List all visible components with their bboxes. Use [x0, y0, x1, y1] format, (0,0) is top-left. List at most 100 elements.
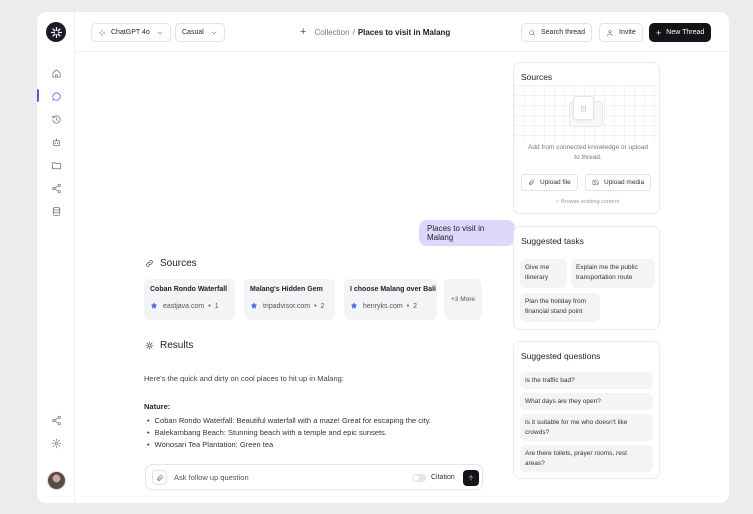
mode-selector[interactable]: Casual: [175, 23, 225, 42]
chat-area: Places to visit in Malang Sources Coban …: [75, 53, 515, 503]
invite-label: Invite: [619, 29, 636, 36]
robot-icon: [52, 137, 60, 146]
sidebar-item-share[interactable]: [47, 179, 65, 197]
attach-button[interactable]: [152, 470, 167, 485]
chevron-down-icon: [211, 31, 217, 34]
task-chip[interactable]: Explain me the public transportation rou…: [571, 259, 655, 288]
source-card[interactable]: Malang's Hidden Gem tripadvisor.com • 2: [244, 279, 335, 320]
sparkle-icon: [98, 29, 106, 36]
source-dot: •: [208, 302, 211, 310]
upload-media-label: Upload media: [604, 179, 645, 186]
search-thread-button[interactable]: Search thread: [521, 23, 592, 42]
history-icon: [51, 114, 60, 124]
question-chip[interactable]: Is the traffic bad?: [520, 372, 653, 389]
source-dot: •: [406, 302, 410, 310]
source-title: I choose Malang over Bali: [350, 286, 436, 293]
user-avatar[interactable]: [47, 471, 66, 490]
paperclip-icon: [156, 474, 163, 481]
topbar: ChatGPT 4o Casual + Collection / Places …: [75, 12, 729, 52]
sidebar-item-assistant[interactable]: [47, 133, 65, 151]
new-thread-button[interactable]: + New Thread: [649, 23, 712, 42]
question-chip[interactable]: What days are they open?: [520, 393, 653, 410]
upload-file-button[interactable]: Upload file: [521, 174, 578, 191]
breadcrumb-separator: /: [352, 27, 355, 37]
search-icon: [529, 29, 535, 36]
app-window: ChatGPT 4o Casual + Collection / Places …: [37, 12, 729, 503]
citation-toggle[interactable]: [412, 474, 426, 482]
nature-heading: Nature:: [144, 402, 171, 411]
results-icon: [145, 341, 154, 350]
share-icon: [51, 415, 61, 425]
sidebar-item-settings[interactable]: [47, 434, 65, 452]
share-icon: [51, 183, 61, 193]
follow-up-input[interactable]: Ask follow up question: [174, 473, 249, 482]
source-site: eastjava.com: [163, 302, 205, 310]
upload-media-button[interactable]: Upload media: [585, 174, 652, 191]
search-thread-label: Search thread: [541, 29, 585, 36]
breadcrumb: + Collection / Places to visit in Malang: [300, 26, 450, 38]
source-dot: •: [314, 302, 317, 310]
citation-label: Citation: [431, 473, 455, 481]
site-favicon-icon: [351, 302, 357, 309]
sidebar-item-database[interactable]: [47, 202, 65, 220]
source-card[interactable]: I choose Malang over Bali henryks.com • …: [344, 279, 437, 320]
task-chip[interactable]: Plan the holiday from financial stand po…: [520, 293, 600, 322]
suggested-tasks-panel: Suggested tasks Give me itinerary Explai…: [513, 226, 660, 330]
model-selector[interactable]: ChatGPT 4o: [91, 23, 171, 42]
sidebar-item-history[interactable]: [47, 110, 65, 128]
questions-panel-title: Suggested questions: [521, 351, 601, 361]
site-favicon-icon: [151, 302, 157, 309]
document-icon: [573, 96, 594, 120]
send-button[interactable]: [463, 470, 479, 486]
upload-file-label: Upload file: [540, 179, 571, 186]
sources-panel-title: Sources: [521, 72, 553, 82]
app-logo[interactable]: [46, 22, 66, 42]
browse-existing-link[interactable]: ○ Browse existing content: [514, 199, 661, 205]
chevron-down-icon: [157, 31, 163, 34]
sidebar-item-connections[interactable]: [47, 411, 65, 429]
user-icon: [607, 29, 613, 36]
more-sources-button[interactable]: +3 More: [444, 279, 482, 320]
sources-illustration: [514, 85, 661, 143]
logo-icon: [50, 26, 62, 38]
sidebar-item-home[interactable]: [47, 64, 65, 82]
home-icon: [51, 68, 61, 78]
source-card[interactable]: Coban Rondo Waterfall eastjava.com • 1: [144, 279, 235, 320]
sidebar: [37, 12, 75, 503]
sources-panel: Sources Add from connected knowledge or …: [513, 62, 661, 214]
task-chip[interactable]: Give me itinerary: [520, 259, 567, 288]
list-item: Coban Rondo Waterfall: Beautiful waterfa…: [147, 414, 431, 426]
breadcrumb-collection[interactable]: Collection: [314, 28, 349, 37]
source-title: Coban Rondo Waterfall: [150, 286, 228, 293]
invite-button[interactable]: Invite: [599, 23, 643, 42]
question-chip[interactable]: Is it suitable for me who doesn't like c…: [520, 414, 653, 441]
database-icon: [52, 206, 60, 216]
plus-icon[interactable]: +: [300, 26, 306, 38]
source-site: tripadvisor.com: [263, 302, 311, 310]
source-title: Malang's Hidden Gem: [250, 286, 323, 293]
sidebar-item-chat[interactable]: [47, 87, 65, 105]
sources-heading: Sources: [145, 258, 197, 269]
list-item: Wonosari Tea Plantation: Green tea: [147, 438, 431, 450]
results-heading-label: Results: [160, 340, 194, 351]
source-count: 2: [413, 302, 418, 310]
new-thread-label: New Thread: [666, 29, 705, 36]
arrow-up-icon: [468, 475, 474, 481]
link-icon: [146, 260, 153, 267]
paperclip-icon: [528, 179, 535, 186]
user-message: Places to visit in Malang: [419, 220, 515, 246]
chat-icon: [51, 91, 61, 101]
composer: Ask follow up question Citation: [145, 464, 483, 490]
plus-icon: +: [656, 27, 662, 38]
mode-label: Casual: [182, 29, 204, 36]
nature-list: Coban Rondo Waterfall: Beautiful waterfa…: [147, 414, 431, 450]
sources-description: Add from connected knowledge or upload t…: [528, 144, 648, 161]
active-indicator: [37, 89, 39, 102]
folder-icon: [51, 161, 61, 169]
results-heading: Results: [145, 340, 193, 351]
sidebar-item-files[interactable]: [47, 156, 65, 174]
breadcrumb-current: Places to visit in Malang: [357, 27, 451, 37]
question-chip[interactable]: Are there toilets, prayer rooms, rest ar…: [520, 445, 653, 472]
source-site: henryks.com: [363, 302, 403, 310]
image-icon: [592, 179, 599, 186]
